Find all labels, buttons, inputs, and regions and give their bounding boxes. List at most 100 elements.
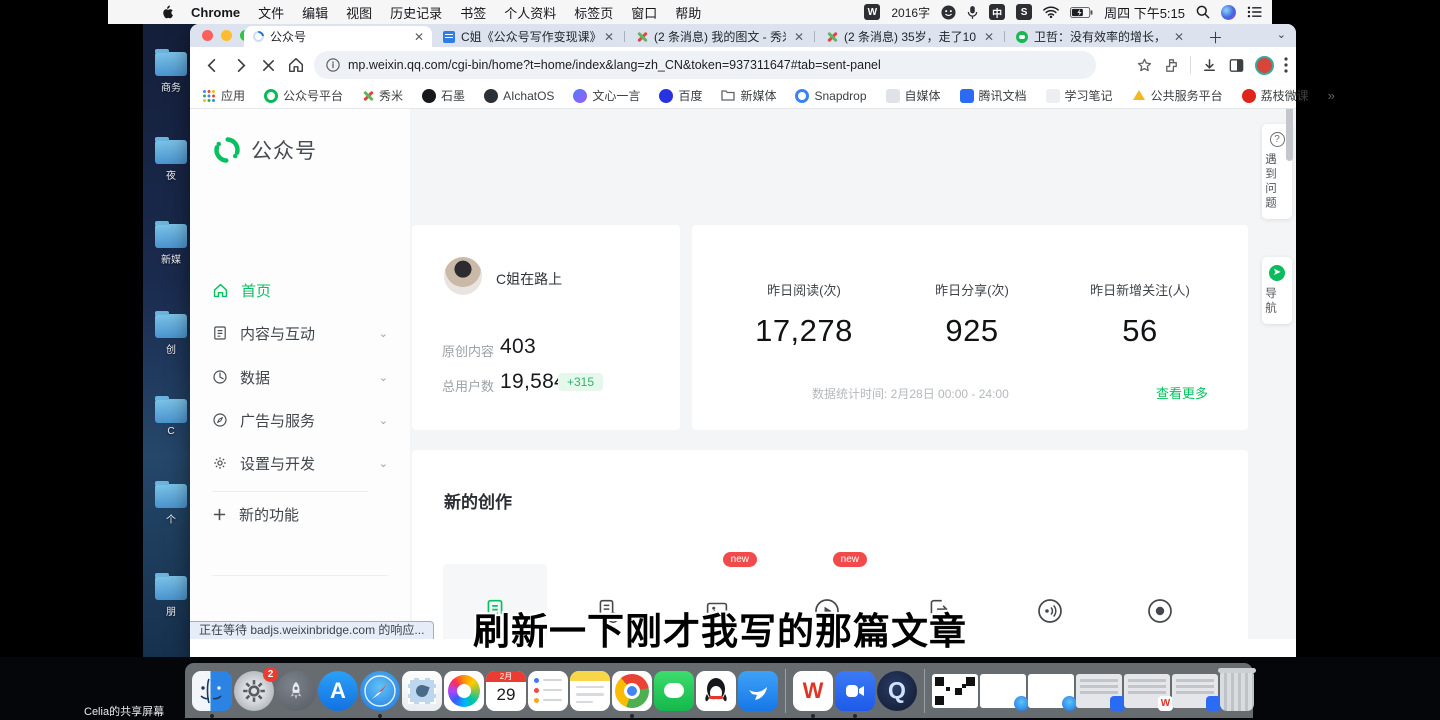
qq-dock-icon[interactable] <box>696 671 736 711</box>
profile-photo[interactable] <box>444 257 482 295</box>
download-icon[interactable] <box>1201 57 1218 74</box>
new-tab-button[interactable]: ＋ <box>1208 27 1223 48</box>
bookmark-folder-newmedia[interactable]: 新媒体 <box>721 87 776 104</box>
sidebar-item-content[interactable]: 内容与互动 ⌄ <box>212 322 388 344</box>
bookmark-wenxin[interactable]: 文心一言 <box>573 87 640 104</box>
menubar-app-name[interactable]: Chrome <box>191 5 240 20</box>
tab-close-icon[interactable]: ✕ <box>1172 30 1186 44</box>
tab-4[interactable]: 卫哲：没有效率的增长，是在加 ✕ <box>1007 26 1192 47</box>
minimized-safari-window[interactable] <box>1028 674 1074 708</box>
wifi-icon[interactable] <box>1043 6 1059 18</box>
bookmark-star-icon[interactable] <box>1136 57 1153 74</box>
dingtalk-dock-icon[interactable] <box>738 671 778 711</box>
more-menu-icon[interactable] <box>1284 57 1288 73</box>
apple-menu-icon[interactable] <box>160 5 173 20</box>
close-window-button[interactable] <box>202 30 213 41</box>
reminders-dock-icon[interactable] <box>528 671 568 711</box>
desktop-folder[interactable]: 创 <box>151 314 191 356</box>
notes-dock-icon[interactable] <box>570 671 610 711</box>
system-preferences-dock-icon[interactable]: 2 <box>234 671 274 711</box>
sidebar-item-settings[interactable]: 设置与开发 ⌄ <box>212 452 388 474</box>
minimize-window-button[interactable] <box>221 30 232 41</box>
microphone-icon[interactable] <box>967 5 978 20</box>
page-scrollbar[interactable] <box>1286 109 1293 161</box>
quicktime-dock-icon[interactable]: Q <box>877 671 917 711</box>
tab-close-icon[interactable]: ✕ <box>982 30 996 44</box>
mail-dock-icon[interactable] <box>402 671 442 711</box>
menubar-item-tabs[interactable]: 标签页 <box>574 3 613 22</box>
tab-search-chevron-icon[interactable]: ⌄ <box>1277 28 1286 41</box>
menubar-item-file[interactable]: 文件 <box>258 3 284 22</box>
home-button[interactable] <box>282 51 310 79</box>
menubar-clock[interactable]: 周四 下午5:15 <box>1104 3 1185 22</box>
input-method-icon[interactable]: 中 <box>989 4 1005 20</box>
menubar-item-view[interactable]: 视图 <box>346 3 372 22</box>
see-more-link[interactable]: 查看更多 <box>1156 383 1208 402</box>
tencent-meeting-dock-icon[interactable] <box>835 671 875 711</box>
forward-button[interactable] <box>226 51 254 79</box>
launchpad-dock-icon[interactable] <box>276 671 316 711</box>
sidebar-item-home[interactable]: 首页 <box>212 279 388 301</box>
creation-item-live[interactable]: 直播 <box>1108 564 1212 639</box>
extensions-icon[interactable] <box>1163 57 1180 74</box>
minimized-screenshot-window[interactable]: W <box>1124 674 1170 708</box>
wps-dock-icon[interactable]: W <box>793 671 833 711</box>
url-text[interactable]: mp.weixin.qq.com/cgi-bin/home?t=home/ind… <box>348 58 881 72</box>
minimized-screenshot-window[interactable] <box>1076 674 1122 708</box>
bookmark-apps[interactable]: 应用 <box>202 87 245 104</box>
bookmark-shimo[interactable]: 石墨 <box>422 87 465 104</box>
tab-1[interactable]: C姐《公众号写作变现课》 ✕ <box>434 26 622 47</box>
tab-close-icon[interactable]: ✕ <box>412 30 426 44</box>
wechat-dock-icon[interactable] <box>654 671 694 711</box>
bookmark-xiumi[interactable]: 秀米 <box>362 87 403 104</box>
minimized-screenshot-window[interactable] <box>1172 674 1218 708</box>
desktop-folder[interactable]: 个 <box>151 484 191 526</box>
bookmark-lizhi[interactable]: 荔枝微课 <box>1242 87 1309 104</box>
menubar-item-help[interactable]: 帮助 <box>675 3 701 22</box>
sogou-input-icon[interactable]: S <box>1016 4 1032 20</box>
control-center-icon[interactable] <box>1247 6 1262 18</box>
trash-dock-icon[interactable] <box>1220 671 1254 711</box>
bookmarks-overflow-icon[interactable]: » <box>1328 88 1335 103</box>
bookmark-public-service[interactable]: 公共服务平台 <box>1132 87 1223 104</box>
desktop-folder[interactable]: 夜 <box>151 140 191 182</box>
siri-icon[interactable] <box>1221 5 1236 20</box>
desktop-folder[interactable]: 朋 <box>151 576 191 618</box>
safari-dock-icon[interactable] <box>360 671 400 711</box>
sidebar-item-ads[interactable]: 广告与服务 ⌄ <box>212 409 388 431</box>
back-button[interactable] <box>198 51 226 79</box>
bookmark-tencent-docs[interactable]: 腾讯文档 <box>960 87 1027 104</box>
creation-item-audio[interactable]: 音频消息 <box>998 564 1102 639</box>
tab-close-icon[interactable]: ✕ <box>792 30 806 44</box>
stop-loading-button[interactable] <box>254 51 282 79</box>
tab-3[interactable]: (2 条消息) 35岁，走了10年弯 ✕ <box>817 26 1002 47</box>
bookmark-study-notes[interactable]: 学习笔记 <box>1046 87 1113 104</box>
bookmark-baidu[interactable]: 百度 <box>659 87 702 104</box>
calendar-dock-icon[interactable]: 2月 29 <box>486 671 526 711</box>
tab-2[interactable]: (2 条消息) 我的图文 - 秀米XIU ✕ <box>627 26 812 47</box>
minimized-qr-window[interactable] <box>932 674 978 708</box>
spotlight-search-icon[interactable] <box>1196 5 1210 19</box>
desktop-folder[interactable]: C <box>151 399 191 437</box>
menubar-item-history[interactable]: 历史记录 <box>390 3 442 22</box>
desktop-folder[interactable]: 新媒 <box>151 224 191 266</box>
chrome-dock-icon[interactable] <box>612 671 652 711</box>
emoji-input-icon[interactable] <box>941 5 956 20</box>
photos-dock-icon[interactable] <box>444 671 484 711</box>
sidebar-item-new-features[interactable]: 新的功能 <box>212 503 388 525</box>
menubar-item-window[interactable]: 窗口 <box>631 3 657 22</box>
desktop-folder[interactable]: 商务 <box>151 52 191 94</box>
menubar-item-edit[interactable]: 编辑 <box>302 3 328 22</box>
app-store-dock-icon[interactable]: A <box>318 671 358 711</box>
minimized-safari-window[interactable] <box>980 674 1026 708</box>
menubar-item-profiles[interactable]: 个人资料 <box>504 3 556 22</box>
bookmark-zimeiti[interactable]: 自媒体 <box>886 87 941 104</box>
bookmark-snapdrop[interactable]: Snapdrop <box>795 89 866 103</box>
sidebar-item-data[interactable]: 数据 ⌄ <box>212 366 388 388</box>
wps-menubar-icon[interactable]: W <box>864 4 880 20</box>
bookmark-aichatos[interactable]: AIchatOS <box>484 89 554 103</box>
side-panel-icon[interactable] <box>1228 57 1245 74</box>
bookmark-mp-platform[interactable]: 公众号平台 <box>264 87 343 104</box>
profile-avatar[interactable] <box>1255 56 1274 75</box>
address-bar[interactable]: mp.weixin.qq.com/cgi-bin/home?t=home/ind… <box>314 51 1096 79</box>
